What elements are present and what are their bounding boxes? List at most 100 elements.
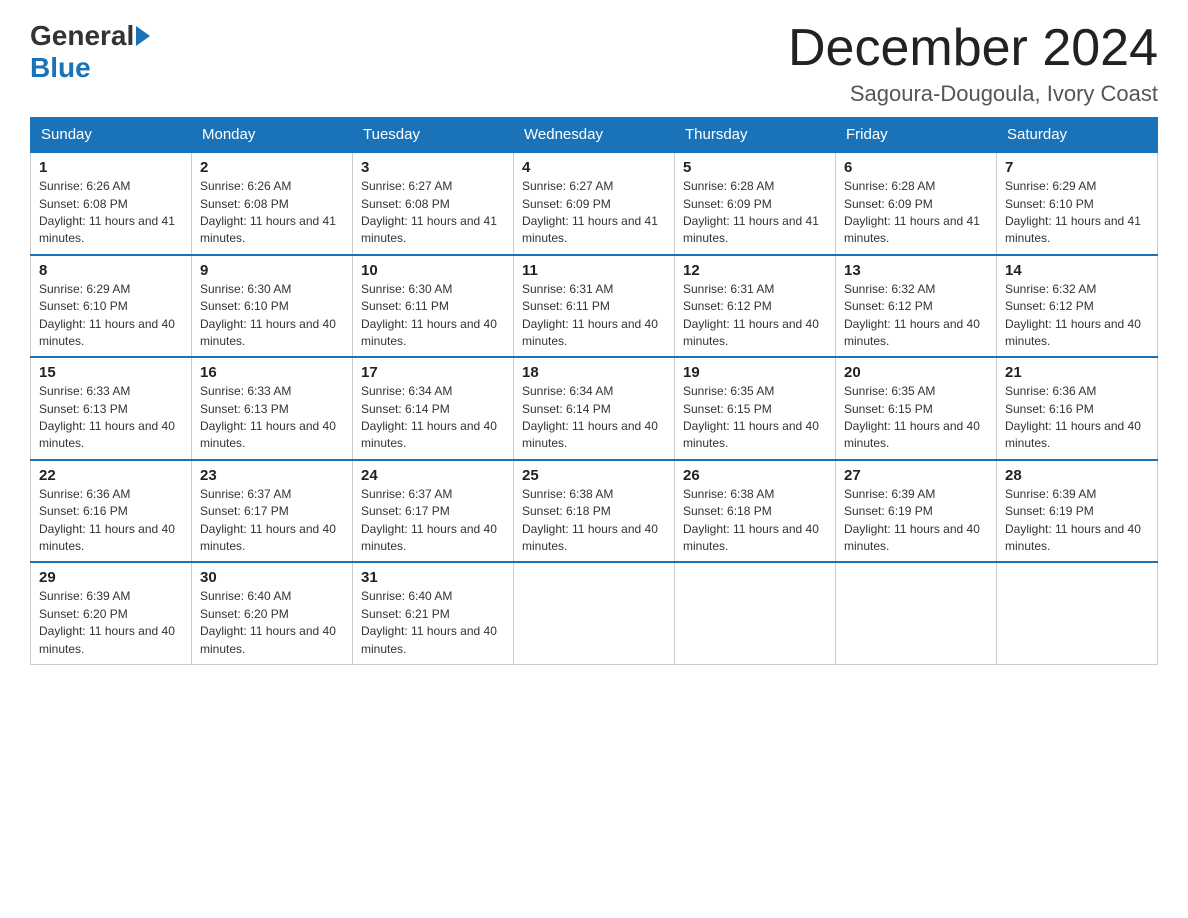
calendar-week-row: 1 Sunrise: 6:26 AM Sunset: 6:08 PM Dayli… xyxy=(31,152,1158,255)
table-row xyxy=(836,562,997,664)
day-number: 11 xyxy=(522,262,666,279)
table-row: 3 Sunrise: 6:27 AM Sunset: 6:08 PM Dayli… xyxy=(353,152,514,255)
day-info: Sunrise: 6:35 AM Sunset: 6:15 PM Dayligh… xyxy=(844,383,988,453)
day-info: Sunrise: 6:38 AM Sunset: 6:18 PM Dayligh… xyxy=(683,486,827,556)
table-row: 27 Sunrise: 6:39 AM Sunset: 6:19 PM Dayl… xyxy=(836,460,997,563)
table-row: 26 Sunrise: 6:38 AM Sunset: 6:18 PM Dayl… xyxy=(675,460,836,563)
table-row: 13 Sunrise: 6:32 AM Sunset: 6:12 PM Dayl… xyxy=(836,255,997,358)
table-row: 4 Sunrise: 6:27 AM Sunset: 6:09 PM Dayli… xyxy=(514,152,675,255)
day-number: 2 xyxy=(200,159,344,176)
col-header-saturday: Saturday xyxy=(997,118,1158,153)
day-number: 16 xyxy=(200,364,344,381)
day-info: Sunrise: 6:37 AM Sunset: 6:17 PM Dayligh… xyxy=(361,486,505,556)
table-row: 21 Sunrise: 6:36 AM Sunset: 6:16 PM Dayl… xyxy=(997,357,1158,460)
table-row: 1 Sunrise: 6:26 AM Sunset: 6:08 PM Dayli… xyxy=(31,152,192,255)
day-info: Sunrise: 6:27 AM Sunset: 6:08 PM Dayligh… xyxy=(361,178,505,248)
calendar-header-row: Sunday Monday Tuesday Wednesday Thursday… xyxy=(31,118,1158,153)
logo-blue-text: Blue xyxy=(30,52,91,84)
table-row: 9 Sunrise: 6:30 AM Sunset: 6:10 PM Dayli… xyxy=(192,255,353,358)
day-info: Sunrise: 6:40 AM Sunset: 6:21 PM Dayligh… xyxy=(361,588,505,658)
table-row: 12 Sunrise: 6:31 AM Sunset: 6:12 PM Dayl… xyxy=(675,255,836,358)
table-row: 17 Sunrise: 6:34 AM Sunset: 6:14 PM Dayl… xyxy=(353,357,514,460)
table-row: 25 Sunrise: 6:38 AM Sunset: 6:18 PM Dayl… xyxy=(514,460,675,563)
table-row: 29 Sunrise: 6:39 AM Sunset: 6:20 PM Dayl… xyxy=(31,562,192,664)
day-info: Sunrise: 6:31 AM Sunset: 6:11 PM Dayligh… xyxy=(522,281,666,351)
day-info: Sunrise: 6:33 AM Sunset: 6:13 PM Dayligh… xyxy=(200,383,344,453)
day-info: Sunrise: 6:37 AM Sunset: 6:17 PM Dayligh… xyxy=(200,486,344,556)
day-number: 3 xyxy=(361,159,505,176)
day-number: 31 xyxy=(361,569,505,586)
table-row: 10 Sunrise: 6:30 AM Sunset: 6:11 PM Dayl… xyxy=(353,255,514,358)
table-row: 18 Sunrise: 6:34 AM Sunset: 6:14 PM Dayl… xyxy=(514,357,675,460)
calendar-week-row: 8 Sunrise: 6:29 AM Sunset: 6:10 PM Dayli… xyxy=(31,255,1158,358)
table-row: 19 Sunrise: 6:35 AM Sunset: 6:15 PM Dayl… xyxy=(675,357,836,460)
day-number: 24 xyxy=(361,467,505,484)
day-info: Sunrise: 6:38 AM Sunset: 6:18 PM Dayligh… xyxy=(522,486,666,556)
day-number: 30 xyxy=(200,569,344,586)
day-info: Sunrise: 6:30 AM Sunset: 6:11 PM Dayligh… xyxy=(361,281,505,351)
day-number: 7 xyxy=(1005,159,1149,176)
table-row: 8 Sunrise: 6:29 AM Sunset: 6:10 PM Dayli… xyxy=(31,255,192,358)
day-number: 17 xyxy=(361,364,505,381)
table-row: 30 Sunrise: 6:40 AM Sunset: 6:20 PM Dayl… xyxy=(192,562,353,664)
table-row xyxy=(514,562,675,664)
day-number: 15 xyxy=(39,364,183,381)
day-info: Sunrise: 6:33 AM Sunset: 6:13 PM Dayligh… xyxy=(39,383,183,453)
day-info: Sunrise: 6:31 AM Sunset: 6:12 PM Dayligh… xyxy=(683,281,827,351)
location-subtitle: Sagoura-Dougoula, Ivory Coast xyxy=(788,81,1158,107)
day-number: 20 xyxy=(844,364,988,381)
table-row: 22 Sunrise: 6:36 AM Sunset: 6:16 PM Dayl… xyxy=(31,460,192,563)
day-info: Sunrise: 6:26 AM Sunset: 6:08 PM Dayligh… xyxy=(200,178,344,248)
table-row: 5 Sunrise: 6:28 AM Sunset: 6:09 PM Dayli… xyxy=(675,152,836,255)
day-number: 21 xyxy=(1005,364,1149,381)
day-number: 10 xyxy=(361,262,505,279)
table-row: 7 Sunrise: 6:29 AM Sunset: 6:10 PM Dayli… xyxy=(997,152,1158,255)
calendar-week-row: 22 Sunrise: 6:36 AM Sunset: 6:16 PM Dayl… xyxy=(31,460,1158,563)
day-info: Sunrise: 6:36 AM Sunset: 6:16 PM Dayligh… xyxy=(39,486,183,556)
table-row xyxy=(997,562,1158,664)
title-block: December 2024 Sagoura-Dougoula, Ivory Co… xyxy=(788,20,1158,107)
table-row: 31 Sunrise: 6:40 AM Sunset: 6:21 PM Dayl… xyxy=(353,562,514,664)
page-header: General Blue December 2024 Sagoura-Dougo… xyxy=(30,20,1158,107)
day-number: 5 xyxy=(683,159,827,176)
day-number: 13 xyxy=(844,262,988,279)
col-header-monday: Monday xyxy=(192,118,353,153)
col-header-friday: Friday xyxy=(836,118,997,153)
day-number: 23 xyxy=(200,467,344,484)
day-info: Sunrise: 6:32 AM Sunset: 6:12 PM Dayligh… xyxy=(844,281,988,351)
logo: General Blue xyxy=(30,20,152,84)
col-header-wednesday: Wednesday xyxy=(514,118,675,153)
logo-triangle-icon xyxy=(136,26,150,46)
table-row: 6 Sunrise: 6:28 AM Sunset: 6:09 PM Dayli… xyxy=(836,152,997,255)
day-number: 19 xyxy=(683,364,827,381)
logo-general-text: General xyxy=(30,20,134,52)
day-info: Sunrise: 6:27 AM Sunset: 6:09 PM Dayligh… xyxy=(522,178,666,248)
calendar-week-row: 15 Sunrise: 6:33 AM Sunset: 6:13 PM Dayl… xyxy=(31,357,1158,460)
table-row xyxy=(675,562,836,664)
day-number: 4 xyxy=(522,159,666,176)
table-row: 11 Sunrise: 6:31 AM Sunset: 6:11 PM Dayl… xyxy=(514,255,675,358)
day-info: Sunrise: 6:39 AM Sunset: 6:20 PM Dayligh… xyxy=(39,588,183,658)
table-row: 20 Sunrise: 6:35 AM Sunset: 6:15 PM Dayl… xyxy=(836,357,997,460)
day-info: Sunrise: 6:28 AM Sunset: 6:09 PM Dayligh… xyxy=(844,178,988,248)
table-row: 23 Sunrise: 6:37 AM Sunset: 6:17 PM Dayl… xyxy=(192,460,353,563)
day-info: Sunrise: 6:29 AM Sunset: 6:10 PM Dayligh… xyxy=(39,281,183,351)
col-header-thursday: Thursday xyxy=(675,118,836,153)
day-info: Sunrise: 6:40 AM Sunset: 6:20 PM Dayligh… xyxy=(200,588,344,658)
day-number: 29 xyxy=(39,569,183,586)
day-number: 1 xyxy=(39,159,183,176)
day-info: Sunrise: 6:39 AM Sunset: 6:19 PM Dayligh… xyxy=(844,486,988,556)
day-info: Sunrise: 6:35 AM Sunset: 6:15 PM Dayligh… xyxy=(683,383,827,453)
day-info: Sunrise: 6:29 AM Sunset: 6:10 PM Dayligh… xyxy=(1005,178,1149,248)
day-info: Sunrise: 6:32 AM Sunset: 6:12 PM Dayligh… xyxy=(1005,281,1149,351)
table-row: 16 Sunrise: 6:33 AM Sunset: 6:13 PM Dayl… xyxy=(192,357,353,460)
day-number: 14 xyxy=(1005,262,1149,279)
main-title: December 2024 xyxy=(788,20,1158,77)
col-header-sunday: Sunday xyxy=(31,118,192,153)
day-number: 22 xyxy=(39,467,183,484)
day-number: 18 xyxy=(522,364,666,381)
day-info: Sunrise: 6:39 AM Sunset: 6:19 PM Dayligh… xyxy=(1005,486,1149,556)
col-header-tuesday: Tuesday xyxy=(353,118,514,153)
table-row: 28 Sunrise: 6:39 AM Sunset: 6:19 PM Dayl… xyxy=(997,460,1158,563)
table-row: 14 Sunrise: 6:32 AM Sunset: 6:12 PM Dayl… xyxy=(997,255,1158,358)
